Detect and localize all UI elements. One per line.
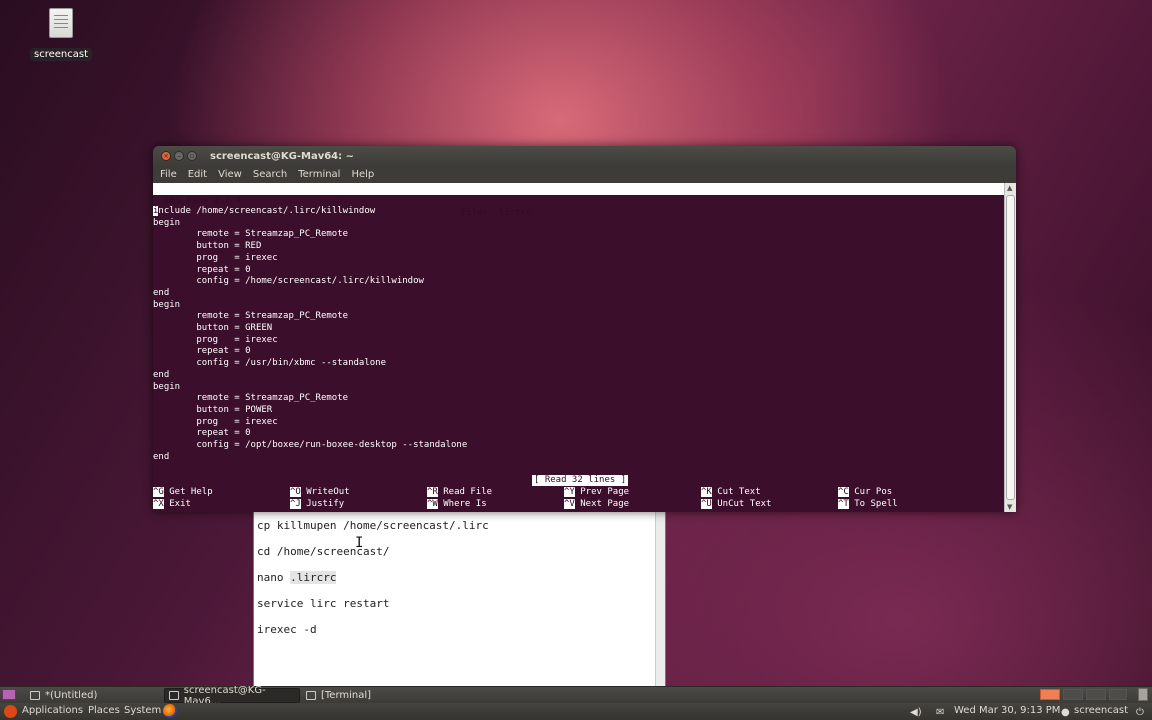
shortcut-writeout: ^O WriteOut — [290, 487, 350, 497]
volume-icon[interactable]: ◀) — [910, 707, 922, 718]
shortcut-exit: ^X Exit — [153, 499, 191, 509]
gedit-line[interactable]: cd /home/screencast/ — [257, 545, 389, 558]
user-icon: ● — [1061, 707, 1070, 718]
gedit-line[interactable]: nano .lircrc — [257, 571, 337, 584]
text-file-icon — [49, 8, 73, 38]
ibeam-cursor-icon: I — [355, 535, 364, 551]
scroll-up-icon[interactable]: ▲ — [1007, 184, 1012, 192]
shortcut-prev-page: ^Y Prev Page — [564, 487, 630, 497]
workspace-2[interactable] — [1063, 689, 1083, 700]
mail-icon[interactable]: ✉ — [936, 707, 944, 718]
shortcut-uncut-text: ^U UnCut Text — [701, 499, 772, 509]
task-gedit[interactable]: *(Untitled) — [26, 688, 160, 703]
nano-editor[interactable]: GNU nano 2.2.4 File: .lircrc include /ho… — [153, 183, 1004, 512]
menu-bar: File Edit View Search Terminal Help — [153, 166, 1016, 183]
window-titlebar[interactable]: × – ▫ screencast@KG-Mav64: ~ — [153, 146, 1016, 166]
workspace-3[interactable] — [1086, 689, 1106, 700]
power-icon[interactable]: ⏻ — [1136, 707, 1144, 718]
scroll-down-icon[interactable]: ▼ — [1007, 503, 1012, 511]
menu-terminal[interactable]: Terminal — [298, 169, 340, 180]
scrollbar-thumb[interactable] — [1006, 195, 1015, 500]
gedit-line[interactable]: service lirc restart — [257, 597, 389, 610]
ubuntu-logo-icon — [4, 705, 17, 718]
clock[interactable]: Wed Mar 30, 9:13 PM — [954, 705, 1060, 716]
workspace-1[interactable] — [1040, 689, 1060, 700]
nano-filename: File: .lircrc — [461, 208, 532, 218]
task-terminal[interactable]: screencast@KG-Mav6... — [164, 685, 300, 707]
menu-applications[interactable]: Applications — [22, 705, 83, 716]
show-desktop-icon[interactable] — [2, 689, 16, 700]
menu-file[interactable]: File — [160, 169, 177, 180]
shortcut-read-file: ^R Read File — [427, 487, 493, 497]
nano-header: GNU nano 2.2.4 File: .lircrc — [153, 183, 1004, 218]
menu-system[interactable]: System — [124, 705, 161, 716]
menu-search[interactable]: Search — [253, 169, 287, 180]
menu-view[interactable]: View — [218, 169, 242, 180]
nano-buffer[interactable]: include /home/screencast/.lirc/killwindo… — [153, 206, 467, 463]
buffer-body: begin remote = Streamzap_PC_Remote butto… — [153, 217, 468, 462]
task-terminal-dialog[interactable]: [Terminal] — [302, 688, 442, 703]
trash-icon[interactable] — [1138, 688, 1148, 701]
gedit-line[interactable]: irexec -d — [257, 623, 317, 636]
workspace-4[interactable] — [1109, 689, 1127, 700]
gedit-line[interactable]: cp killmupen /home/screencast/.lirc — [257, 519, 489, 532]
buffer-first-line: nclude /home/screencast/.lirc/killwindow — [158, 206, 376, 216]
firefox-icon[interactable] — [163, 704, 177, 718]
menu-help[interactable]: Help — [351, 169, 374, 180]
terminal-icon — [169, 691, 179, 700]
window-title: screencast@KG-Mav64: ~ — [210, 150, 355, 162]
desktop-icon-label: screencast — [30, 48, 92, 61]
menu-edit[interactable]: Edit — [188, 169, 207, 180]
minimize-icon[interactable]: – — [174, 151, 184, 161]
shortcut-get-help: ^G Get Help — [153, 487, 213, 497]
maximize-icon[interactable]: ▫ — [187, 151, 197, 161]
main-panel: Applications Places System ◀) ✉ Wed Mar … — [0, 703, 1152, 720]
shortcut-cur-pos: ^C Cur Pos — [838, 487, 893, 497]
window-list-panel: *(Untitled) screencast@KG-Mav6... [Termi… — [0, 685, 1152, 707]
window-icon — [306, 691, 316, 700]
terminal-window[interactable]: × – ▫ screencast@KG-Mav64: ~ File Edit V… — [153, 146, 1016, 512]
nano-status: [ Read 32 lines ] — [532, 475, 629, 486]
user-name[interactable]: screencast — [1074, 705, 1128, 716]
gedit-window[interactable]: cp killmupen /home/screencast/.lirc cd /… — [253, 487, 666, 688]
text-editor-icon — [30, 691, 40, 700]
shortcut-next-page: ^V Next Page — [564, 499, 630, 509]
shortcut-where-is: ^W Where Is — [427, 499, 487, 509]
menu-places[interactable]: Places — [88, 705, 120, 716]
shortcut-to-spell: ^T To Spell — [838, 499, 898, 509]
gedit-scrollbar[interactable] — [655, 487, 665, 688]
shortcut-justify: ^J Justify — [290, 499, 345, 509]
desktop-icon-screencast[interactable]: screencast — [30, 6, 92, 61]
shortcut-cut-text: ^K Cut Text — [701, 487, 761, 497]
close-icon[interactable]: × — [161, 151, 171, 161]
terminal-scrollbar[interactable]: ▲ ▼ — [1004, 183, 1016, 512]
